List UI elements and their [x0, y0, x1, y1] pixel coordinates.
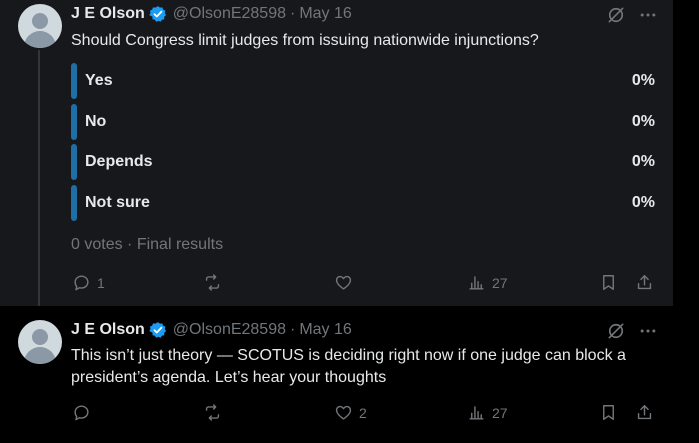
- tweet-date[interactable]: May 16: [299, 5, 351, 23]
- thread-connector-line: [38, 50, 40, 314]
- share-button[interactable]: [635, 403, 654, 422]
- poll-status: Final results: [136, 236, 224, 253]
- avatar[interactable]: [18, 4, 62, 48]
- views-button[interactable]: 27: [467, 403, 508, 422]
- like-count: 2: [359, 404, 367, 421]
- bookmark-icon: [603, 275, 614, 290]
- reply-button[interactable]: 1: [72, 273, 105, 292]
- bookmark-button[interactable]: [599, 273, 618, 292]
- like-button[interactable]: 2: [334, 403, 367, 422]
- tweet-text: This isn’t just theory — SCOTUS is decid…: [71, 347, 626, 386]
- grok-icon[interactable]: [606, 5, 626, 25]
- header-separator: ·: [290, 5, 296, 22]
- poll-option-percent: 0%: [631, 113, 655, 130]
- author-handle[interactable]: @OlsonE28598: [173, 321, 286, 339]
- like-icon: [335, 405, 352, 420]
- tweet-top-actions: [606, 5, 658, 25]
- author-name[interactable]: J E Olson: [71, 5, 145, 23]
- tweet-header: J E Olson @OlsonE28598 · May 16: [71, 320, 352, 340]
- reply-count: 1: [97, 274, 105, 291]
- more-icon[interactable]: [638, 5, 658, 25]
- like-button[interactable]: [334, 273, 353, 292]
- poll-option-label: Not sure: [85, 194, 150, 211]
- bookmark-icon: [603, 405, 614, 420]
- poll-option-percent: 0%: [631, 153, 655, 170]
- poll-result-bar: [71, 185, 77, 221]
- tweet-text: Should Congress limit judges from issuin…: [71, 32, 539, 49]
- views-icon: [469, 276, 484, 290]
- poll-option-percent: 0%: [631, 72, 655, 89]
- tweet-poll[interactable]: J E Olson @OlsonE28598 · May 16 Should C…: [0, 0, 673, 306]
- verified-badge-icon: [149, 6, 166, 22]
- author-name[interactable]: J E Olson: [71, 321, 145, 339]
- poll-option: Not sure 0%: [71, 185, 655, 221]
- poll-option-label: Yes: [85, 72, 113, 89]
- repost-icon: [205, 274, 220, 291]
- bookmark-button[interactable]: [599, 403, 618, 422]
- author-handle[interactable]: @OlsonE28598: [173, 5, 286, 23]
- poll-option: Depends 0%: [71, 144, 655, 180]
- header-separator: ·: [290, 321, 296, 338]
- views-button[interactable]: 27: [467, 273, 508, 292]
- view-count: 27: [492, 274, 508, 291]
- views-icon: [469, 406, 484, 420]
- view-count: 27: [492, 404, 508, 421]
- poll-result-bar: [71, 63, 77, 99]
- reply-icon: [74, 405, 89, 421]
- page-background-strip: [673, 0, 699, 443]
- repost-button[interactable]: [203, 403, 222, 422]
- poll-option-percent: 0%: [631, 194, 655, 211]
- tweet-date[interactable]: May 16: [299, 321, 351, 339]
- repost-button[interactable]: [203, 273, 222, 292]
- reply-button[interactable]: [72, 403, 91, 422]
- poll-option: Yes 0%: [71, 63, 655, 99]
- poll-footer: 0 votes · Final results: [71, 236, 223, 254]
- more-icon[interactable]: [638, 321, 658, 341]
- share-icon: [637, 405, 652, 420]
- repost-icon: [205, 404, 220, 421]
- poll-footer-separator: ·: [127, 236, 133, 253]
- tweet-header: J E Olson @OlsonE28598 · May 16: [71, 4, 352, 24]
- share-icon: [637, 275, 652, 290]
- avatar[interactable]: [18, 320, 62, 364]
- poll-option: No 0%: [71, 104, 655, 140]
- poll-option-label: No: [85, 113, 107, 130]
- share-button[interactable]: [635, 273, 654, 292]
- tweet-reply[interactable]: J E Olson @OlsonE28598 · May 16 This isn…: [0, 306, 673, 443]
- reply-icon: [74, 275, 89, 291]
- grok-icon[interactable]: [606, 321, 626, 341]
- like-icon: [335, 275, 352, 290]
- tweet-top-actions: [606, 321, 658, 341]
- poll-vote-count: 0 votes: [71, 236, 123, 253]
- poll-option-label: Depends: [85, 153, 153, 170]
- poll-result-bar: [71, 144, 77, 180]
- poll-result-bar: [71, 104, 77, 140]
- verified-badge-icon: [149, 322, 166, 338]
